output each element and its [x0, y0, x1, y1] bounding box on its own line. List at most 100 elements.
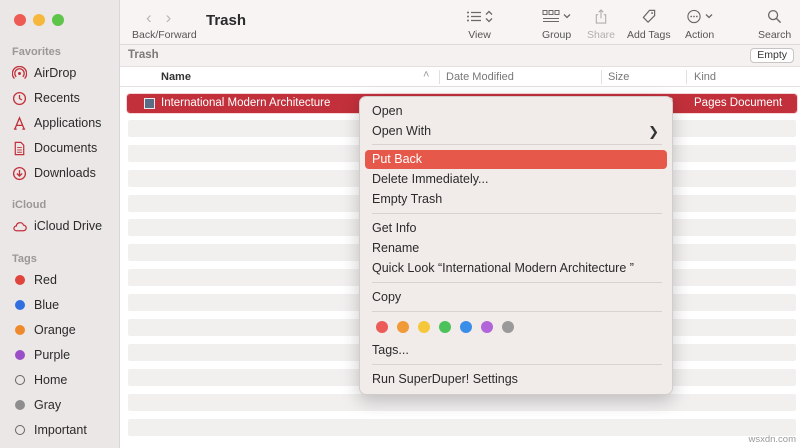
- menu-item-rename[interactable]: Rename: [365, 239, 667, 258]
- empty-trash-button[interactable]: Empty: [750, 48, 794, 63]
- tag-color-yellow[interactable]: [418, 321, 430, 333]
- zoom-window-button[interactable]: [52, 14, 64, 26]
- sidebar-tag-gray[interactable]: Gray: [12, 394, 116, 416]
- sidebar-item-label: Applications: [34, 116, 102, 130]
- sidebar-item-label: Recents: [34, 91, 80, 105]
- back-forward-label: Back/Forward: [132, 29, 197, 41]
- sidebar-tag-purple[interactable]: Purple: [12, 344, 116, 366]
- menu-item-copy[interactable]: Copy: [365, 288, 667, 307]
- menu-item-delete-immediately[interactable]: Delete Immediately...: [365, 170, 667, 189]
- sidebar-tag-important[interactable]: Important: [12, 419, 116, 441]
- path-title: Trash: [128, 49, 159, 61]
- tag-color-green[interactable]: [439, 321, 451, 333]
- menu-item-open[interactable]: Open: [365, 102, 667, 121]
- menu-item-open-with[interactable]: Open With ❯: [365, 122, 667, 141]
- file-name: International Modern Architecture: [161, 97, 331, 109]
- red-tag-dot-icon: [14, 275, 25, 285]
- share-icon: [595, 8, 607, 24]
- sidebar-item-label: Home: [34, 373, 68, 387]
- sidebar-item-label: Blue: [34, 298, 60, 312]
- path-bar: Trash Empty: [120, 45, 800, 67]
- column-header-kind[interactable]: Kind: [694, 71, 716, 83]
- sidebar-item-label: Purple: [34, 348, 71, 362]
- sidebar-item-label: Orange: [34, 323, 76, 337]
- back-chevron-icon[interactable]: ‹: [146, 8, 152, 28]
- list-view-icon: [467, 11, 481, 21]
- sidebar-tag-home[interactable]: Home: [12, 369, 116, 391]
- sidebar-tag-blue[interactable]: Blue: [12, 294, 116, 316]
- close-window-button[interactable]: [14, 14, 26, 26]
- tag-color-orange[interactable]: [397, 321, 409, 333]
- minimize-window-button[interactable]: [33, 14, 45, 26]
- sidebar-item-documents[interactable]: Documents: [12, 137, 116, 159]
- tag-color-picker: [376, 321, 514, 333]
- cloud-icon: [12, 219, 27, 234]
- menu-item-quick-look[interactable]: Quick Look “International Modern Archite…: [365, 259, 667, 278]
- file-kind: Pages Document: [694, 97, 783, 109]
- pages-document-icon: [144, 98, 155, 109]
- sidebar-item-label: AirDrop: [34, 66, 77, 80]
- window-title: Trash: [206, 12, 247, 29]
- empty-tag-dot-icon: [14, 375, 25, 385]
- chevron-down-icon: [563, 13, 571, 18]
- watermark: wsxdn.com: [748, 434, 796, 445]
- menu-item-get-info[interactable]: Get Info: [365, 219, 667, 238]
- search-button[interactable]: Search: [758, 7, 791, 41]
- menu-item-run-superduper-settings[interactable]: Run SuperDuper! Settings: [365, 370, 667, 389]
- sidebar-item-recents[interactable]: Recents: [12, 87, 116, 109]
- column-header-bar: Name ˄ Date Modified Size Kind: [120, 67, 800, 87]
- tag-color-blue[interactable]: [460, 321, 472, 333]
- sidebar-tag-orange[interactable]: Orange: [12, 319, 116, 341]
- sidebar-tag-red[interactable]: Red: [12, 269, 116, 291]
- sidebar-item-airdrop[interactable]: AirDrop: [12, 62, 116, 84]
- favorites-section-label: Favorites: [12, 46, 61, 58]
- column-header-date-modified[interactable]: Date Modified: [446, 71, 514, 83]
- sidebar-item-label: Downloads: [34, 166, 96, 180]
- table-row: [128, 418, 796, 436]
- sidebar-item-label: Gray: [34, 398, 62, 412]
- action-button[interactable]: Action: [685, 7, 714, 41]
- document-icon: [12, 141, 27, 156]
- share-button[interactable]: Share: [587, 7, 615, 41]
- table-row: [128, 393, 796, 411]
- sidebar-item-label: Red: [34, 273, 57, 287]
- chevron-down-icon: [705, 13, 713, 18]
- clock-icon: [12, 91, 27, 106]
- ellipsis-circle-icon: [687, 9, 701, 23]
- menu-item-put-back[interactable]: Put Back: [365, 150, 667, 169]
- tag-color-red[interactable]: [376, 321, 388, 333]
- download-icon: [12, 166, 27, 181]
- updown-chevron-icon: [485, 10, 493, 22]
- grid-icon: [542, 9, 560, 22]
- column-header-size[interactable]: Size: [608, 71, 629, 83]
- view-button[interactable]: View: [466, 7, 493, 41]
- sidebar: Favorites AirDrop Recents Applications D…: [0, 0, 120, 448]
- chevron-right-icon: ❯: [648, 124, 659, 139]
- tag-color-purple[interactable]: [481, 321, 493, 333]
- sidebar-item-downloads[interactable]: Downloads: [12, 162, 116, 184]
- sidebar-item-icloud-drive[interactable]: iCloud Drive: [12, 215, 116, 237]
- toolbar: ‹ › Back/Forward Trash View Group Share …: [120, 0, 800, 45]
- menu-item-empty-trash[interactable]: Empty Trash: [365, 190, 667, 209]
- icloud-section-label: iCloud: [12, 199, 47, 211]
- chevron-up-icon[interactable]: ˄: [423, 69, 429, 81]
- tags-section-label: Tags: [12, 253, 37, 265]
- airdrop-icon: [12, 65, 27, 81]
- gray-tag-dot-icon: [14, 400, 25, 410]
- forward-chevron-icon[interactable]: ›: [166, 8, 172, 28]
- column-header-name[interactable]: Name: [161, 71, 191, 83]
- sidebar-item-applications[interactable]: Applications: [12, 112, 116, 134]
- blue-tag-dot-icon: [14, 300, 25, 310]
- add-tags-button[interactable]: Add Tags: [627, 7, 671, 41]
- group-button[interactable]: Group: [542, 7, 571, 41]
- window-controls: [14, 14, 64, 26]
- orange-tag-dot-icon: [14, 325, 25, 335]
- sidebar-item-label: Important: [34, 423, 87, 437]
- search-icon: [768, 9, 782, 23]
- sidebar-item-label: iCloud Drive: [34, 219, 103, 233]
- purple-tag-dot-icon: [14, 350, 25, 360]
- menu-item-tags[interactable]: Tags...: [365, 341, 667, 360]
- tag-icon: [642, 9, 656, 23]
- tag-color-gray[interactable]: [502, 321, 514, 333]
- applications-icon: [12, 115, 27, 131]
